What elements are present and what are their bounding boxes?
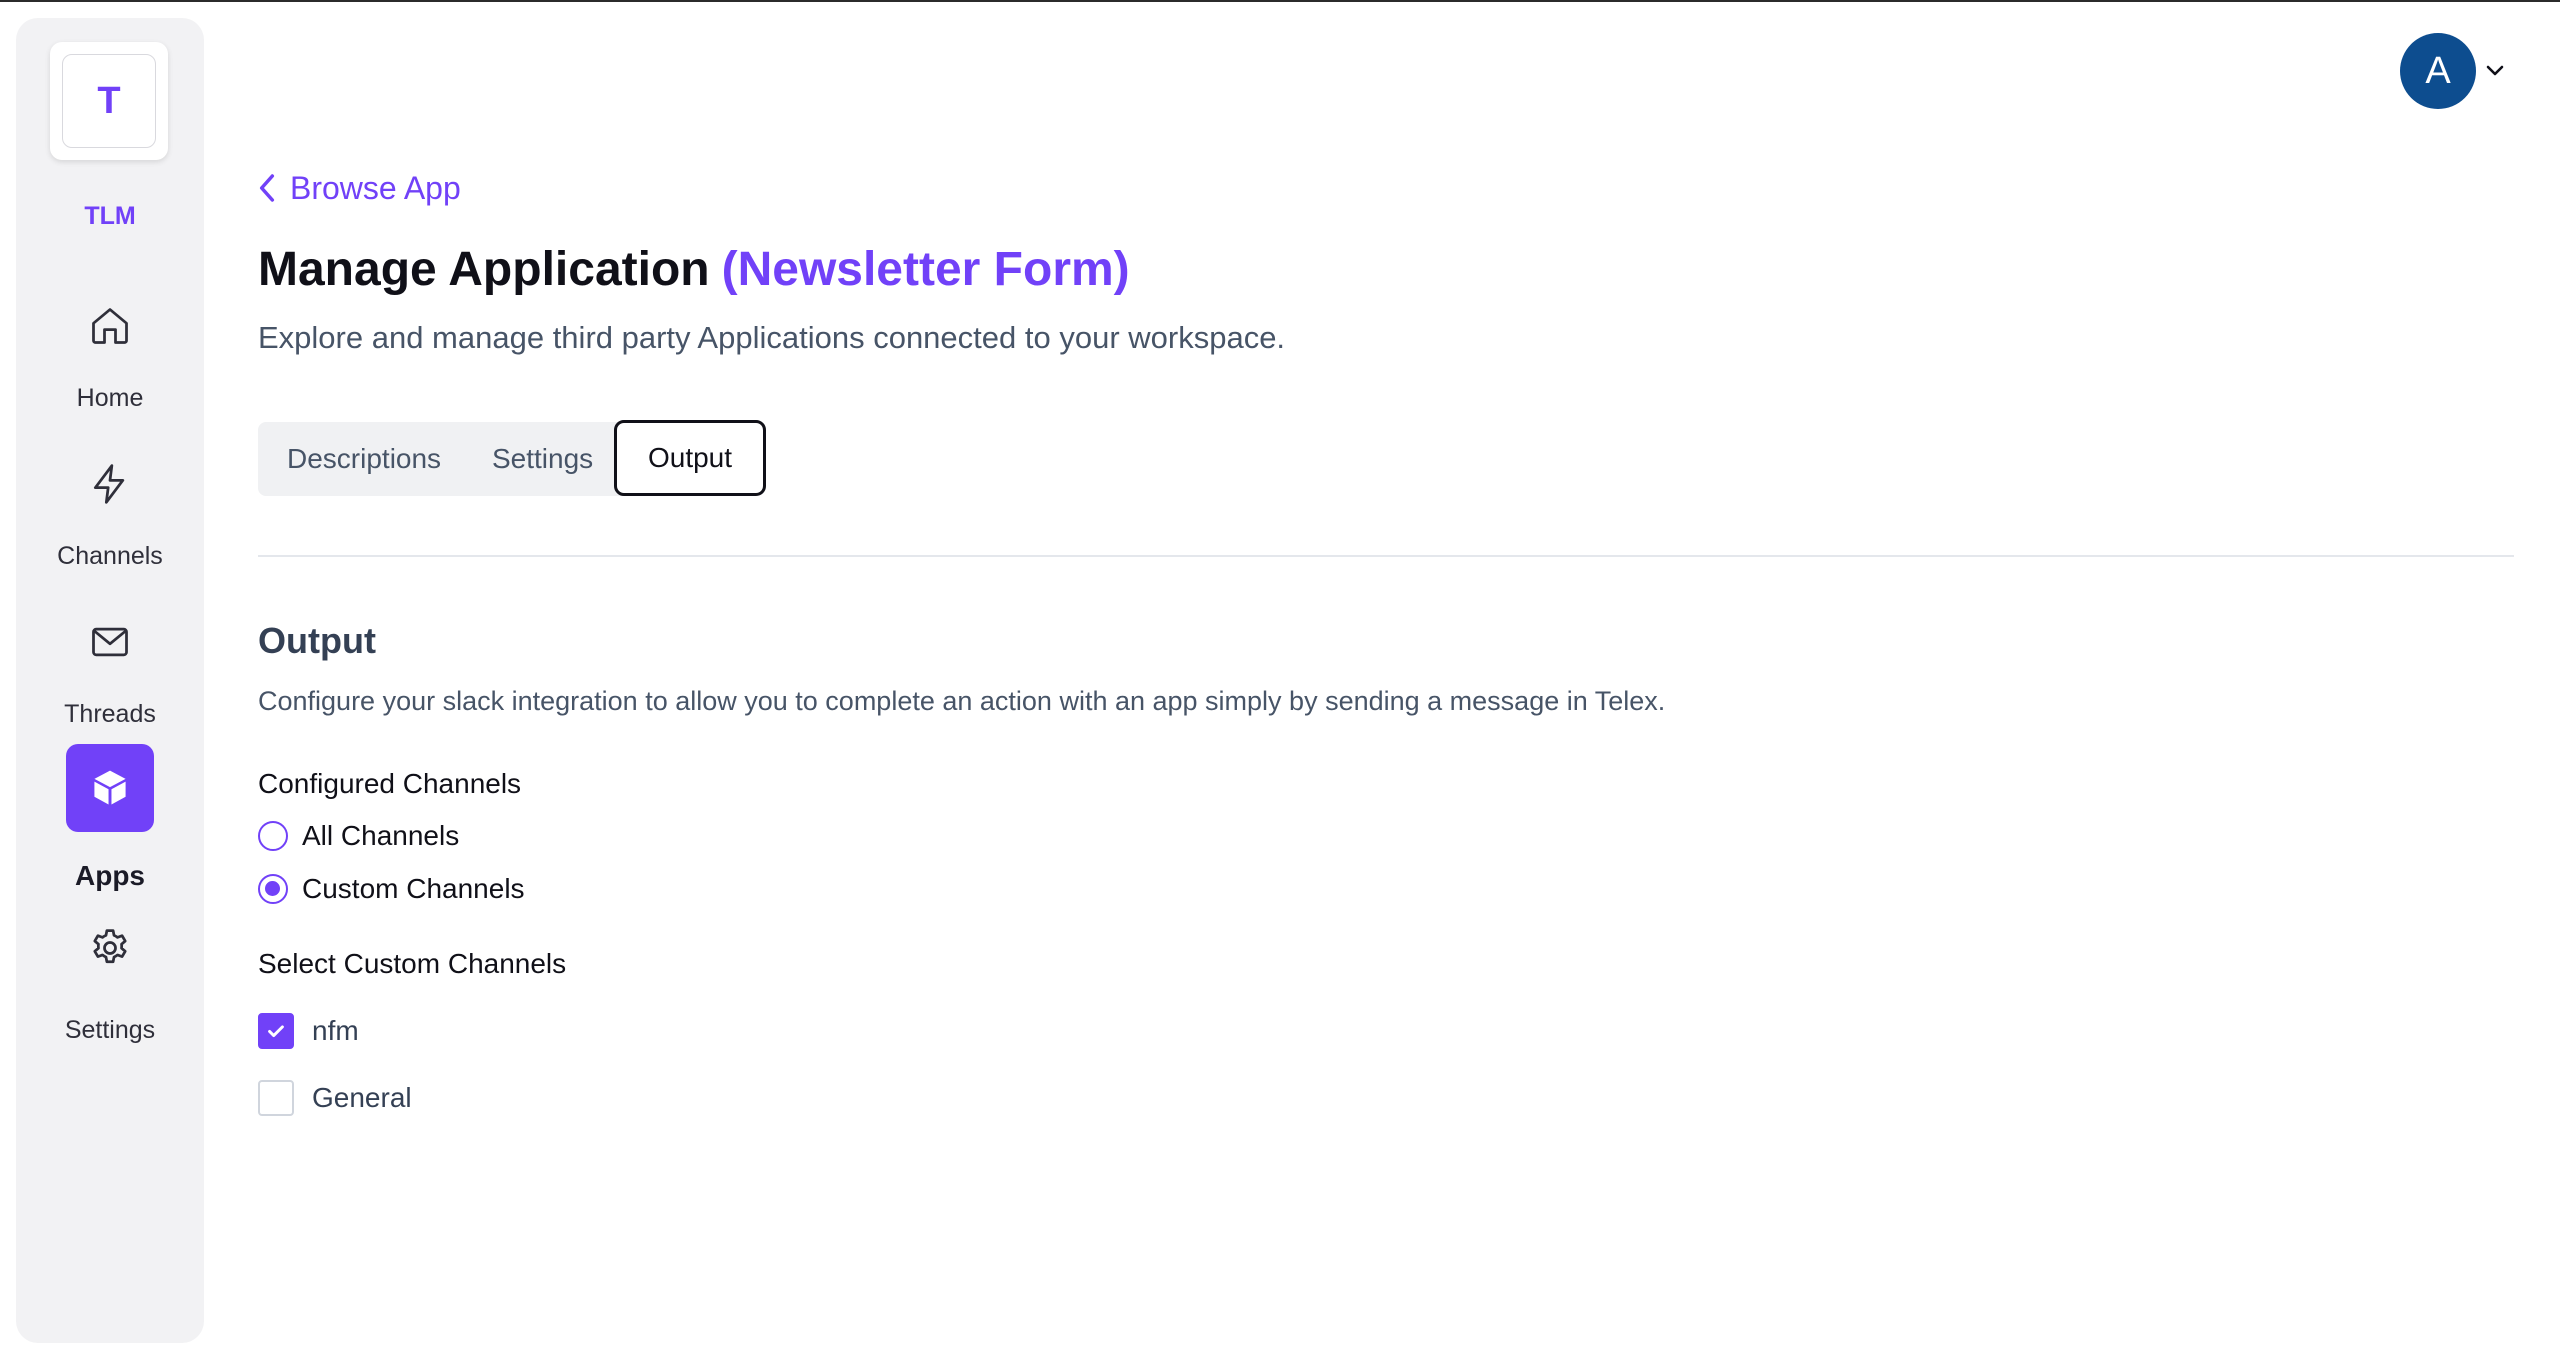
- sidebar-item-threads[interactable]: Threads: [16, 604, 204, 734]
- active-indicator: [66, 744, 154, 832]
- section-description: Configure your slack integration to allo…: [258, 686, 1666, 716]
- checkbox[interactable]: [258, 1013, 294, 1049]
- radio-label: Custom Channels: [302, 873, 525, 904]
- page-title: Manage Application (Newsletter Form): [258, 242, 1130, 297]
- workspace-logo[interactable]: T: [50, 42, 168, 160]
- lightning-icon: [93, 464, 125, 504]
- tab-bar: Descriptions Settings Output: [258, 420, 766, 496]
- sidebar-item-label: Threads: [64, 700, 156, 728]
- sidebar-item-settings[interactable]: Settings: [16, 922, 204, 1052]
- page-title-text: Manage Application: [258, 243, 710, 296]
- gear-icon: [93, 929, 127, 964]
- radio-button[interactable]: [258, 874, 288, 904]
- checkbox-label: General: [312, 1082, 412, 1113]
- radio-button[interactable]: [258, 821, 288, 851]
- tab-descriptions[interactable]: Descriptions: [287, 422, 441, 496]
- sidebar-item-label: Home: [76, 384, 144, 412]
- divider: [258, 555, 2514, 557]
- page-subtitle: Explore and manage third party Applicati…: [258, 320, 1286, 355]
- sidebar-item-label: Channels: [57, 542, 163, 570]
- configured-channels-label: Configured Channels: [258, 768, 522, 799]
- radio-label: All Channels: [302, 820, 460, 851]
- home-icon: [92, 308, 128, 344]
- sidebar-item-channels[interactable]: Channels: [16, 446, 204, 576]
- radio-custom-channels[interactable]: Custom Channels: [258, 873, 525, 905]
- checkmark-icon: [268, 1025, 284, 1038]
- sidebar-item-home[interactable]: Home: [16, 288, 204, 418]
- back-link-label: Browse App: [290, 169, 461, 206]
- sidebar-item-apps[interactable]: Apps: [16, 744, 204, 894]
- checkbox-label: nfm: [312, 1015, 359, 1046]
- checkbox[interactable]: [258, 1080, 294, 1116]
- cube-icon: [94, 770, 126, 805]
- workspace-name: TLM: [84, 202, 136, 230]
- sidebar-item-label: Apps: [75, 860, 145, 891]
- mail-icon: [92, 627, 128, 657]
- tab-output[interactable]: Output: [614, 420, 766, 496]
- workspace-initial: T: [62, 54, 156, 148]
- app-name: (Newsletter Form): [721, 243, 1130, 296]
- radio-all-channels[interactable]: All Channels: [258, 820, 459, 852]
- back-link[interactable]: Browse App: [256, 168, 461, 208]
- channel-checkbox-nfm[interactable]: nfm: [258, 1013, 359, 1049]
- sidebar: T TLM Home Channels Threads Apps Setting…: [16, 18, 204, 1343]
- user-avatar[interactable]: A: [2400, 33, 2476, 109]
- sidebar-item-label: Settings: [64, 1016, 156, 1044]
- select-custom-channels-label: Select Custom Channels: [258, 948, 567, 979]
- window-top-border: [0, 0, 2560, 2]
- section-title: Output: [258, 620, 376, 661]
- channel-checkbox-general[interactable]: General: [258, 1080, 412, 1116]
- chevron-left-icon: [259, 174, 275, 202]
- chevron-down-icon[interactable]: [2482, 59, 2508, 83]
- tab-settings[interactable]: Settings: [492, 422, 593, 496]
